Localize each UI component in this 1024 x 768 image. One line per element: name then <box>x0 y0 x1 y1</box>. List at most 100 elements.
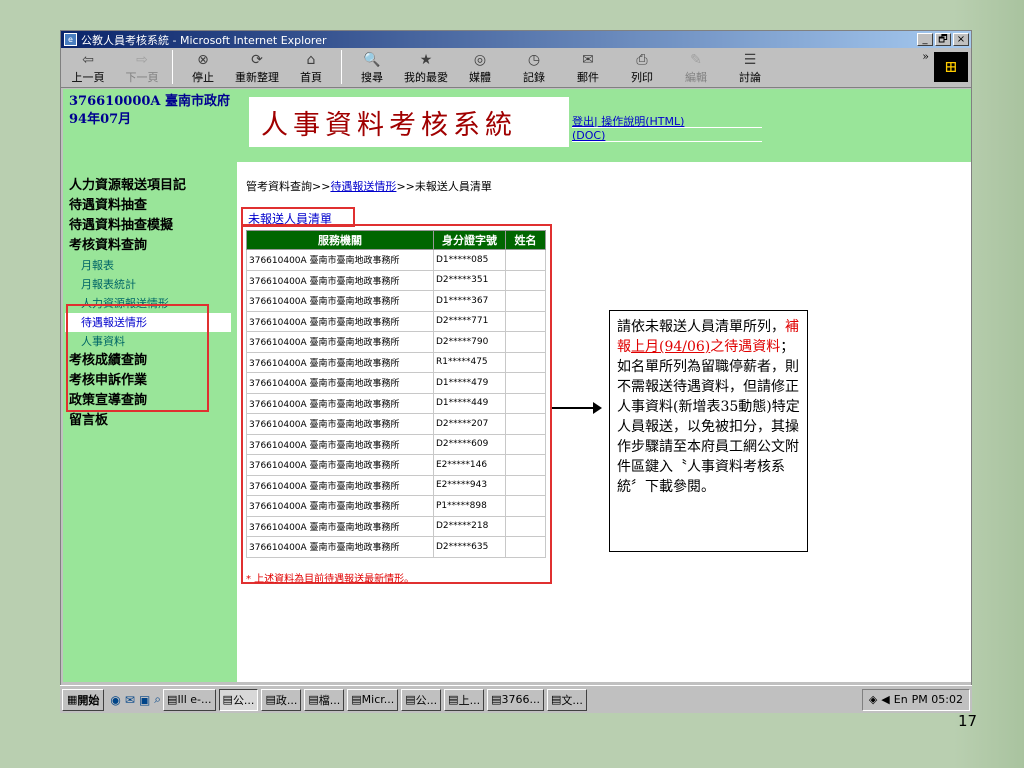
toolbar-button[interactable]: ◷ 記錄 <box>507 51 561 87</box>
table-row: 376610400A 臺南市臺南地政事務所 D2*****790 <box>246 331 546 353</box>
toolbar-button[interactable]: ✉ 郵件 <box>561 51 615 87</box>
toolbar-chevron[interactable]: » <box>922 50 929 63</box>
nav-sub-item[interactable]: 月報表統計 <box>63 275 237 294</box>
back-arrow-icon: ⇦ <box>82 52 94 68</box>
callout-red: 之待遇資料 <box>710 339 781 355</box>
mail-icon: ✉ <box>582 52 594 68</box>
browser-window: e 公教人員考核系統 - Microsoft Internet Explorer… <box>60 30 972 713</box>
browser-toolbar: ⇦ 上一頁 ⇨ 下一頁 ⊗ 停止 ⟳ 重新整理 ⌂ 首頁 🔍 搜尋 ★ 我的最愛 ◎ 媒體 ◷ 記錄 ✉ 郵件 ⎙ 列印 ✎… <box>61 48 971 88</box>
table-cell <box>505 474 546 496</box>
nav-item[interactable]: 留言板 <box>63 411 237 431</box>
toolbar-button-label: 討論 <box>739 71 761 84</box>
close-button[interactable]: × <box>953 33 969 46</box>
table-cell <box>505 269 546 291</box>
window-icon: ▤ <box>265 693 276 706</box>
taskbar-button[interactable]: ▤ 上... <box>444 688 485 711</box>
start-button[interactable]: ▦ 開始 <box>62 688 105 711</box>
ie-quicklaunch-icon[interactable]: ◉ <box>110 693 120 707</box>
home-icon: ⌂ <box>306 52 316 68</box>
toolbar-button[interactable]: ⎙ 列印 <box>615 51 669 87</box>
window-icon: ▤ <box>222 693 233 706</box>
toolbar-button-label: 媒體 <box>469 71 491 84</box>
toolbar-button-label: 下一頁 <box>125 71 159 84</box>
slide-page-number: 17 <box>958 712 978 730</box>
toolbar-button[interactable]: ✎ 編輯 <box>669 51 723 87</box>
callout-red-underline: 上月(94/06) <box>631 339 711 355</box>
nav-item[interactable]: 待遇資料抽查 <box>63 196 237 216</box>
footnote: * 上述資料為目前待遇報送最新情形。 <box>246 574 415 585</box>
nav-item[interactable]: 人力資源報送項目記 <box>63 176 237 196</box>
table-cell: 376610400A 臺南市臺南地政事務所 <box>246 454 434 476</box>
callout-note: 請依未報送人員清單所列，補報上月(94/06)之待遇資料；如名單所列為留職停薪者… <box>609 310 808 552</box>
taskbar-button-label: 政... <box>275 693 298 707</box>
main-panel: 管考資料查詢>>待遇報送情形>>未報送人員清單 未報送人員清單 服務機關 身分證字… <box>237 162 971 682</box>
toolbar-button-label: 搜尋 <box>361 71 383 84</box>
toolbar-button[interactable]: ⊗ 停止 <box>176 51 230 87</box>
desktop-quicklaunch-icon[interactable]: ▣ <box>139 693 150 707</box>
minimize-button[interactable]: _ <box>917 33 933 46</box>
window-icon: ▤ <box>491 693 502 706</box>
org-name: 376610000A 臺南市政府 <box>69 94 231 109</box>
table-cell <box>505 536 546 558</box>
taskbar-button[interactable]: ▤ 公... <box>218 688 259 711</box>
taskbar-button[interactable]: ▤ 3766... <box>487 688 544 711</box>
toolbar-button[interactable]: 🔍 搜尋 <box>345 51 399 87</box>
edit-icon: ✎ <box>690 52 702 68</box>
start-icon: ▦ <box>67 693 78 706</box>
toolbar-button[interactable]: ★ 我的最愛 <box>399 51 453 87</box>
volume-icon[interactable]: ◀ <box>881 693 889 706</box>
clock: PM 05:02 <box>911 693 963 706</box>
taskbar-button[interactable]: ▤ 公... <box>401 688 442 711</box>
table-cell: 376610400A 臺南市臺南地政事務所 <box>246 515 434 537</box>
toolbar-button-label: 編輯 <box>685 71 707 84</box>
toolbar-button[interactable]: ⌂ 首頁 <box>284 51 338 87</box>
table-cell: 376610400A 臺南市臺南地政事務所 <box>246 474 434 496</box>
table-cell: D2*****207 <box>433 413 506 435</box>
toolbar-button[interactable]: ⇨ 下一頁 <box>115 51 169 87</box>
window-icon: ▤ <box>351 693 362 706</box>
toolbar-button[interactable]: ⟳ 重新整理 <box>230 51 284 87</box>
table-cell: D1*****367 <box>433 290 506 312</box>
system-tray: ◈ ◀ En PM 05:02 <box>861 688 970 711</box>
taskbar-button[interactable]: ▤ 政... <box>261 688 302 711</box>
table-cell: D2*****771 <box>433 310 506 332</box>
toolbar-button-label: 我的最愛 <box>404 71 448 84</box>
table-row: 376610400A 臺南市臺南地政事務所 D1*****479 <box>246 372 546 394</box>
breadcrumb-current: >>未報送人員清單 <box>396 180 492 193</box>
taskbar-button[interactable]: ▤ 檔... <box>304 688 345 711</box>
breadcrumb-link[interactable]: 待遇報送情形 <box>330 180 396 193</box>
nav-item[interactable]: 待遇資料抽查模擬 <box>63 216 237 236</box>
outlook-quicklaunch-icon[interactable]: ✉ <box>125 693 135 707</box>
forward-arrow-icon: ⇨ <box>136 52 148 68</box>
taskbar-button-label: Micr... <box>361 693 395 706</box>
toolbar-button[interactable]: ⇦ 上一頁 <box>61 51 115 87</box>
language-indicator[interactable]: En <box>894 693 908 706</box>
refresh-icon: ⟳ <box>251 52 263 68</box>
nav-item[interactable]: 考核資料查詢 <box>63 236 237 256</box>
toolbar-button[interactable]: ☰ 討論 <box>723 51 777 87</box>
org-header: 376610000A 臺南市政府 94年07月 <box>63 89 237 162</box>
taskbar-button[interactable]: ▤ Micr... <box>347 688 399 711</box>
search-quicklaunch-icon[interactable]: ⌕ <box>154 692 161 707</box>
toolbar-button-label: 重新整理 <box>235 71 279 84</box>
network-icon: ◈ <box>868 693 878 706</box>
table-cell: D2*****351 <box>433 269 506 291</box>
taskbar-button-label: 文... <box>561 693 583 707</box>
table-cell: 376610400A 臺南市臺南地政事務所 <box>246 413 434 435</box>
table-cell <box>505 433 546 455</box>
callout-text: 請依未報送人員清單所列， <box>617 319 785 335</box>
maximize-button[interactable]: 🗗 <box>935 33 951 46</box>
period: 94年07月 <box>69 112 132 127</box>
table-cell: 376610400A 臺南市臺南地政事務所 <box>246 249 434 271</box>
nav-sub-item[interactable]: 月報表 <box>63 256 237 275</box>
table-row: 376610400A 臺南市臺南地政事務所 P1*****898 <box>246 495 546 517</box>
table-cell <box>505 495 546 517</box>
taskbar-button[interactable]: ▤ Ill e-... <box>163 688 216 711</box>
table-cell: 376610400A 臺南市臺南地政事務所 <box>246 433 434 455</box>
print-icon: ⎙ <box>636 52 648 68</box>
taskbar-button[interactable]: ▤ 文... <box>546 688 587 711</box>
window-icon: ▤ <box>308 693 319 706</box>
taskbar-button-label: 檔... <box>318 693 341 707</box>
table-row: 376610400A 臺南市臺南地政事務所 D1*****367 <box>246 290 546 312</box>
toolbar-button[interactable]: ◎ 媒體 <box>453 51 507 87</box>
